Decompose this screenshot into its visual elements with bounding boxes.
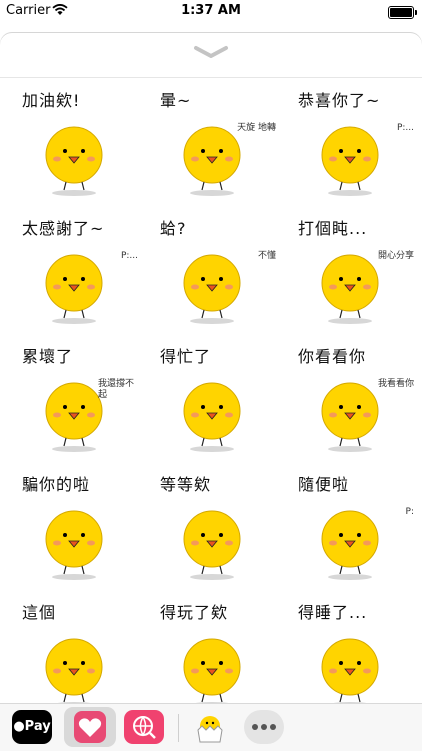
globe-search-icon (133, 716, 156, 739)
apple-pay-label: Pay (24, 719, 51, 734)
sticker-caption: 加油欸! (22, 91, 81, 110)
sticker-item[interactable]: 等等欸 (150, 471, 280, 581)
clock: 1:37 AM (181, 3, 241, 18)
sticker-item[interactable]: 打個盹... 開心分享 (288, 215, 418, 325)
sticker-caption: 騙你的啦 (22, 475, 91, 494)
sticker-caption: 這個 (22, 603, 57, 622)
ellipsis-icon (252, 724, 276, 730)
sticker-note: 開心分享 (377, 251, 414, 261)
chick-illustration (183, 638, 241, 708)
app-drawer: ●Pay (0, 703, 422, 751)
sticker-note: 我還撐不起 (98, 379, 135, 400)
sticker-item[interactable]: 這個 (12, 599, 142, 709)
sticker-item[interactable]: 得忙了 (150, 343, 280, 453)
sticker-caption: 太感謝了~ (22, 219, 105, 238)
sticker-item[interactable]: 得玩了欸 (150, 599, 280, 709)
sticker-item[interactable]: 累壞了我還撐不起 (12, 343, 142, 453)
sheet-divider (0, 77, 422, 78)
chick-egg-icon (197, 716, 223, 743)
sticker-item[interactable]: 暈~ 天旋 地轉 (150, 87, 280, 197)
sticker-caption: 等等欸 (160, 475, 212, 494)
chick-illustration (45, 510, 103, 580)
sticker-item[interactable]: 恭喜你了~ P:... (288, 87, 418, 197)
sticker-caption: 你看看你 (298, 347, 367, 366)
sticker-caption: 得玩了欸 (160, 603, 229, 622)
sticker-note: P:... (120, 251, 138, 261)
chick-illustration (321, 510, 379, 580)
sticker-note: P:... (396, 123, 414, 133)
sticker-item[interactable]: 加油欸! (12, 87, 142, 197)
search-stickers-app[interactable] (124, 710, 164, 744)
sticker-note: P: (405, 507, 414, 517)
chick-illustration (321, 638, 379, 708)
sticker-caption: 暈~ (160, 91, 192, 110)
sticker-caption: 得睡了... (298, 603, 368, 622)
sticker-caption: 恭喜你了~ (298, 91, 381, 110)
sticker-sheet: 加油欸! 暈~ 天旋 地轉 恭喜你了~ P:... 太感謝了~ P:... 蛤? 不懂 打個盹..… (0, 33, 422, 708)
sticker-item[interactable]: 隨便啦 P: (288, 471, 418, 581)
battery-icon (388, 6, 417, 19)
sticker-item[interactable]: 騙你的啦 (12, 471, 142, 581)
apple-pay-app[interactable]: ●Pay (12, 710, 52, 744)
sticker-note: 我看看你 (377, 379, 414, 389)
collapse-chevron-icon[interactable] (193, 45, 229, 59)
status-bar: Carrier 1:37 AM (0, 0, 422, 24)
apple-logo-icon: ● (13, 719, 25, 734)
sticker-item[interactable]: 得睡了... (288, 599, 418, 709)
heart-stickers-app[interactable] (64, 707, 116, 747)
sticker-item[interactable]: 蛤? 不懂 (150, 215, 280, 325)
chick-illustration (45, 638, 103, 708)
sticker-caption: 隨便啦 (298, 475, 350, 494)
sticker-note: 不懂 (257, 251, 276, 261)
chick-illustration (183, 382, 241, 452)
sticker-note: 天旋 地轉 (237, 123, 276, 133)
sticker-caption: 得忙了 (160, 347, 212, 366)
sticker-caption: 累壞了 (22, 347, 74, 366)
chick-stickers-app[interactable] (190, 710, 230, 744)
sticker-caption: 打個盹... (298, 219, 368, 238)
sticker-item[interactable]: 你看看你我看看你 (288, 343, 418, 453)
chick-illustration (183, 510, 241, 580)
sticker-item[interactable]: 太感謝了~ P:... (12, 215, 142, 325)
chick-illustration (45, 126, 103, 196)
drawer-separator (178, 714, 179, 742)
heart-icon (74, 711, 106, 743)
more-apps-button[interactable] (244, 710, 284, 744)
sticker-caption: 蛤? (160, 219, 187, 238)
